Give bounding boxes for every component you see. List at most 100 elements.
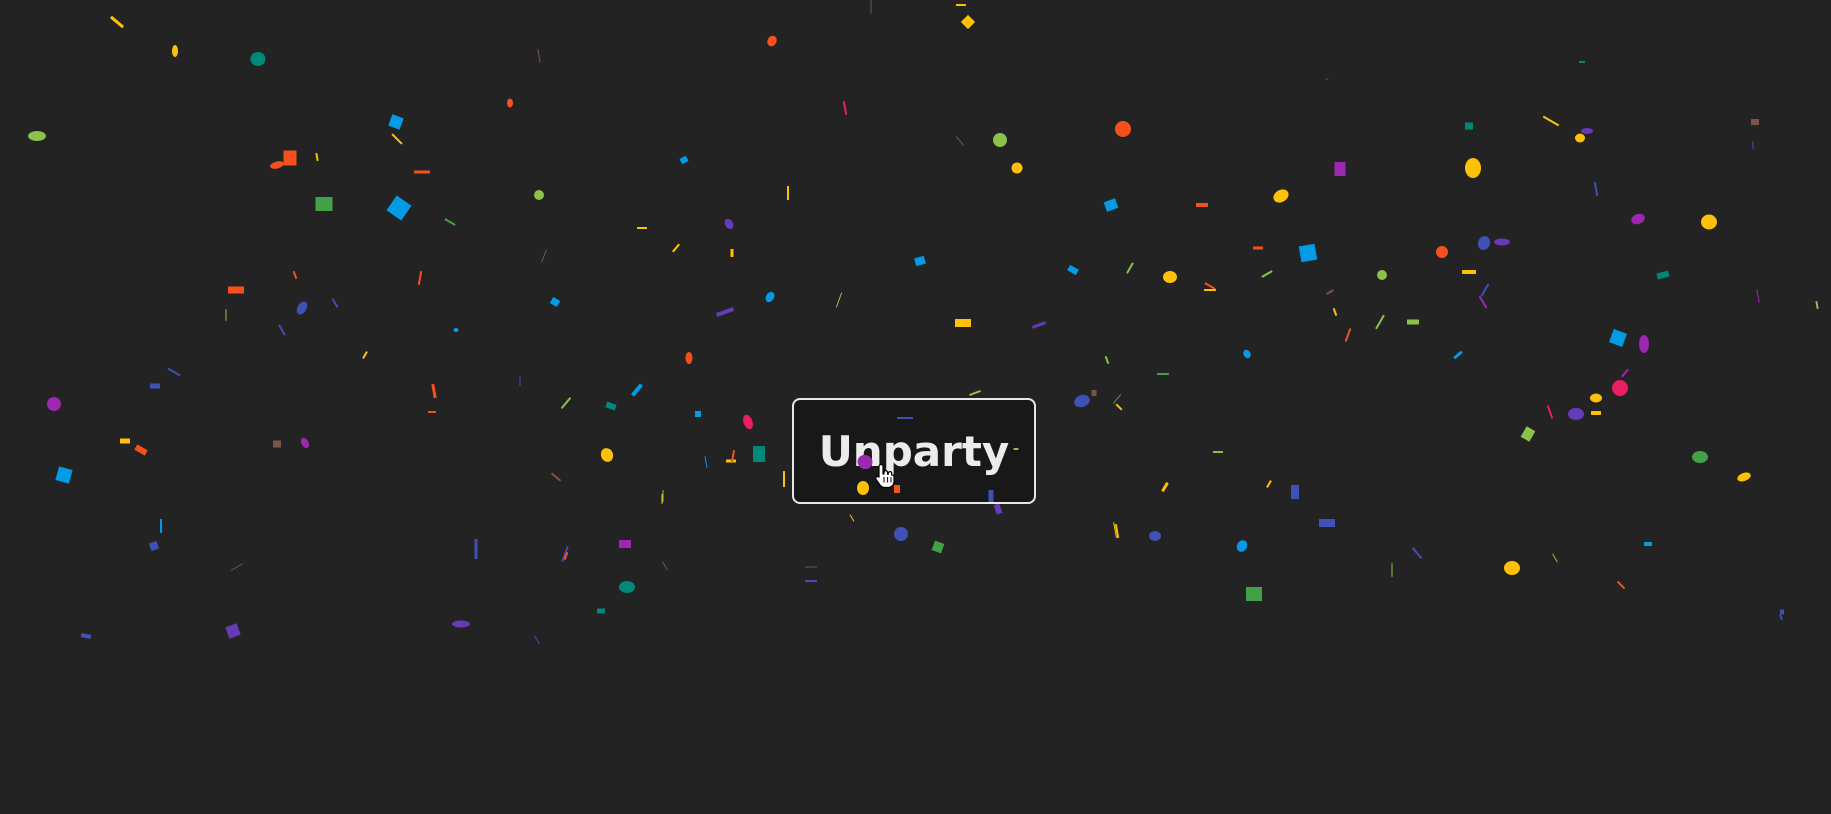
confetti-piece: [1609, 329, 1627, 347]
confetti-piece: [563, 552, 569, 560]
confetti-piece: [969, 390, 981, 396]
confetti-piece: [225, 623, 241, 639]
confetti-piece: [1436, 246, 1448, 258]
confetti-piece: [805, 580, 817, 582]
confetti-piece: [549, 296, 561, 308]
confetti-piece: [1465, 122, 1473, 130]
confetti-piece: [661, 494, 663, 504]
confetti-piece: [1196, 203, 1208, 207]
confetti-piece: [753, 446, 765, 462]
confetti-piece: [47, 397, 61, 411]
confetti-piece: [388, 114, 404, 130]
confetti-piece: [541, 249, 547, 263]
confetti-piece: [679, 155, 689, 165]
confetti-piece: [767, 35, 777, 47]
confetti-piece: [362, 351, 368, 359]
confetti-piece: [1552, 553, 1558, 563]
confetti-piece: [1391, 563, 1393, 577]
confetti-piece: [1756, 289, 1760, 303]
confetti-piece: [228, 286, 244, 294]
confetti-piece: [28, 131, 46, 141]
confetti-piece: [1752, 141, 1754, 149]
confetti-piece: [296, 301, 308, 315]
confetti-piece: [1581, 128, 1593, 134]
confetti-piece: [849, 514, 855, 522]
confetti-piece: [1113, 522, 1117, 538]
confetti-piece: [1115, 403, 1123, 411]
confetti-piece: [835, 292, 843, 308]
confetti-piece: [1253, 246, 1263, 250]
confetti-piece: [1815, 300, 1819, 310]
unparty-button[interactable]: Unparty: [792, 398, 1036, 504]
confetti-piece: [391, 133, 403, 145]
confetti-piece: [507, 98, 513, 108]
confetti-piece: [672, 243, 680, 253]
confetti-piece: [1453, 350, 1463, 360]
confetti-piece: [1590, 393, 1602, 403]
confetti-piece: [993, 503, 1003, 515]
confetti-piece: [704, 456, 708, 468]
confetti-piece: [283, 150, 297, 166]
confetti-piece: [726, 459, 736, 463]
confetti-piece: [605, 401, 617, 411]
confetti-piece: [1204, 289, 1216, 291]
confetti-piece: [1631, 213, 1645, 225]
confetti-piece: [519, 376, 521, 386]
confetti-piece: [960, 14, 976, 30]
confetti-piece: [631, 383, 643, 397]
confetti-piece: [1246, 587, 1262, 601]
confetti-piece: [955, 136, 965, 146]
confetti-piece: [417, 271, 423, 285]
confetti-piece: [1639, 335, 1649, 353]
confetti-piece: [1104, 356, 1110, 364]
confetti-piece: [724, 218, 734, 230]
confetti-piece: [300, 437, 310, 449]
confetti-piece: [560, 397, 572, 409]
confetti-piece: [870, 0, 872, 14]
confetti-piece: [1326, 289, 1334, 295]
confetti-piece: [1568, 408, 1584, 420]
confetti-piece: [414, 170, 430, 174]
confetti-piece: [956, 4, 966, 6]
confetti-piece: [1612, 380, 1628, 396]
confetti-piece: [1701, 214, 1717, 230]
confetti-piece: [1213, 451, 1223, 453]
confetti-piece: [550, 472, 562, 482]
confetti-piece: [315, 152, 319, 162]
confetti-piece: [452, 620, 470, 628]
confetti-piece: [1656, 270, 1670, 280]
confetti-piece: [1236, 540, 1248, 552]
confetti-piece: [278, 324, 286, 336]
confetti-piece: [1411, 547, 1423, 559]
confetti-piece: [1266, 480, 1272, 488]
confetti-piece: [894, 527, 908, 541]
confetti-piece: [1126, 262, 1134, 274]
confetti-piece: [1465, 158, 1481, 178]
confetti-piece: [1591, 411, 1601, 415]
confetti-piece: [1163, 271, 1177, 283]
confetti-piece: [1103, 198, 1119, 212]
confetti-piece: [1114, 524, 1120, 538]
confetti-piece: [1621, 368, 1629, 378]
confetti-piece: [1644, 542, 1652, 546]
confetti-piece: [1161, 482, 1169, 492]
confetti-piece: [1407, 319, 1419, 325]
confetti-piece: [1149, 531, 1161, 541]
confetti-piece: [1091, 390, 1097, 396]
confetti-piece: [534, 190, 544, 200]
confetti-piece: [600, 448, 614, 462]
confetti-piece: [1494, 238, 1510, 246]
confetti-piece: [1542, 115, 1560, 127]
confetti-piece: [1261, 270, 1273, 278]
confetti-piece: [1478, 295, 1488, 309]
confetti-piece: [1593, 182, 1599, 196]
confetti-piece: [695, 411, 701, 417]
confetti-piece: [783, 471, 785, 487]
confetti-piece: [167, 367, 181, 377]
confetti-piece: [1204, 282, 1216, 290]
confetti-piece: [1115, 121, 1131, 137]
confetti-piece: [1344, 328, 1352, 342]
party-stage: Unparty: [0, 0, 1831, 814]
confetti-piece: [386, 195, 412, 221]
confetti-piece: [225, 309, 227, 321]
